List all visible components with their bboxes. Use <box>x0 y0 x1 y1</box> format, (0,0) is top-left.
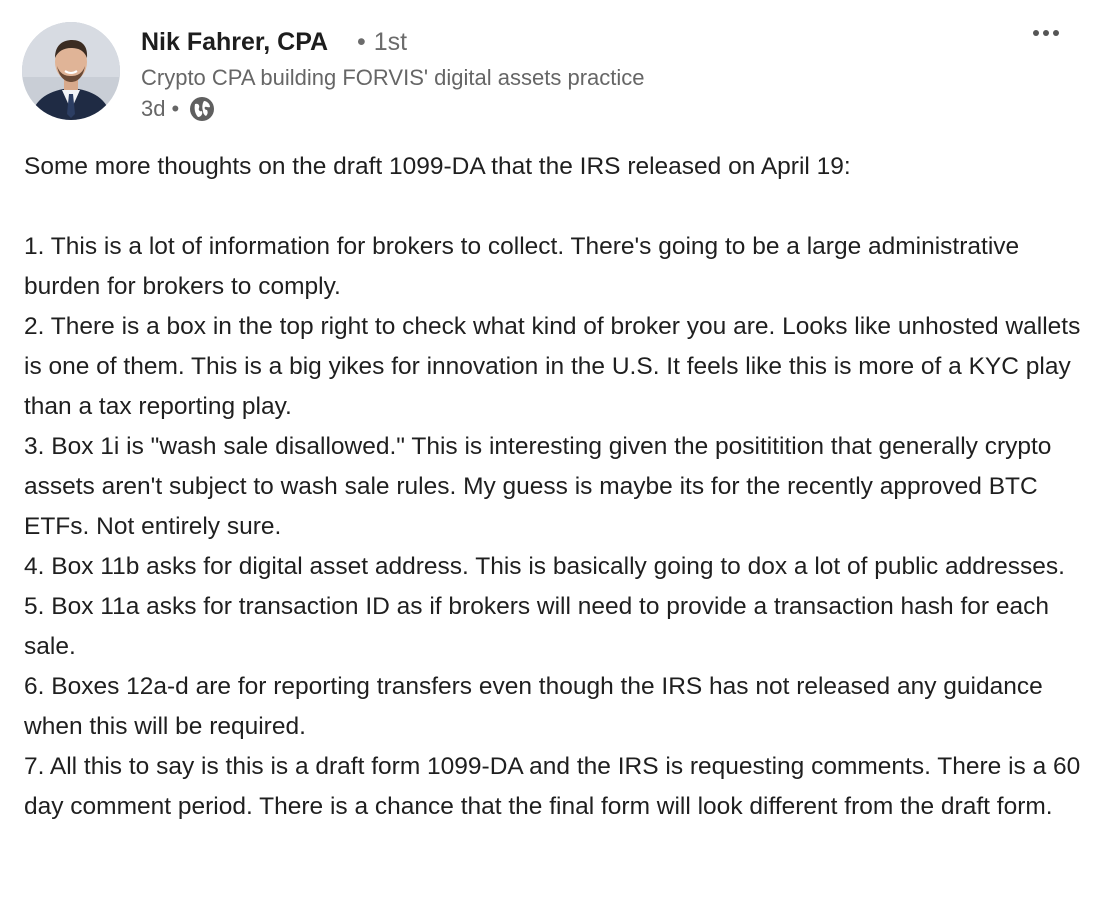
post-point: 3. Box 1i is "wash sale disallowed." Thi… <box>24 433 1052 540</box>
post-point: 4. Box 11b asks for digital asset addres… <box>24 553 1065 580</box>
avatar[interactable] <box>22 22 120 120</box>
connection-degree-label: 1st <box>373 28 408 56</box>
post-point: 6. Boxes 12a-d are for reporting transfe… <box>24 673 1043 740</box>
author-headline: Crypto CPA building FORVIS' digital asse… <box>141 65 645 90</box>
more-horizontal-icon <box>1033 30 1039 36</box>
post-meta: 3d • <box>141 95 215 123</box>
post-point: 7. All this to say is this is a draft fo… <box>24 753 1081 820</box>
more-options-button[interactable] <box>1028 18 1064 48</box>
more-dot <box>1043 30 1049 36</box>
post-intro: Some more thoughts on the draft 1099-DA … <box>24 153 851 180</box>
post-point: 1. This is a lot of information for brok… <box>24 233 1020 300</box>
globe-icon <box>189 96 215 122</box>
separator-dot: • <box>357 28 366 56</box>
post-time[interactable]: 3d <box>141 96 165 122</box>
more-dot <box>1053 30 1059 36</box>
separator-dot: • <box>171 96 180 121</box>
author-name[interactable]: Nik Fahrer, CPA <box>141 26 328 58</box>
post-point: 2. There is a box in the top right to ch… <box>24 313 1081 420</box>
post-point: 5. Box 11a asks for transaction ID as if… <box>24 593 1049 660</box>
connection-degree: • 1st <box>357 26 407 58</box>
post-body: Some more thoughts on the draft 1099-DA … <box>24 147 1084 827</box>
